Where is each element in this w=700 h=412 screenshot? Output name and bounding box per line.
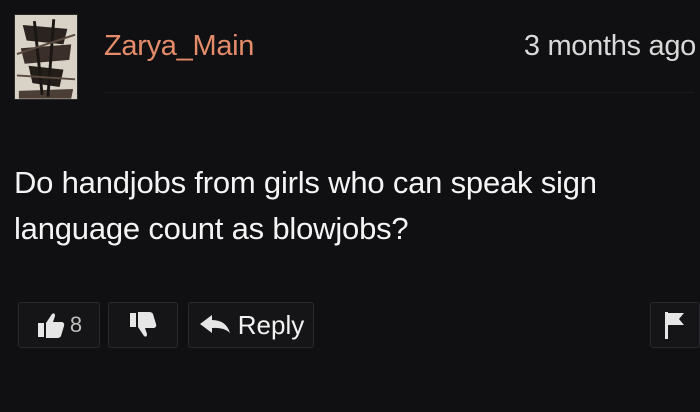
timestamp: 3 months ago <box>523 30 696 62</box>
thumbs-up-icon <box>36 311 66 339</box>
flag-icon <box>662 310 688 340</box>
reply-arrow-icon <box>198 313 232 337</box>
avatar-image <box>15 15 77 99</box>
reply-button[interactable]: Reply <box>188 302 314 348</box>
report-button[interactable] <box>650 302 700 348</box>
header-divider <box>104 92 694 93</box>
thumbs-down-icon <box>128 311 158 339</box>
username[interactable]: Zarya_Main <box>104 30 254 63</box>
comment-text: Do handjobs from girls who can speak sig… <box>14 165 597 246</box>
avatar[interactable] <box>14 14 78 100</box>
reply-label: Reply <box>237 309 305 340</box>
dislike-button[interactable] <box>108 302 178 348</box>
comment-card: Zarya_Main 3 months ago Do handjobs from… <box>0 0 700 412</box>
like-count: 8 <box>69 312 83 337</box>
like-button[interactable]: 8 <box>18 302 100 348</box>
